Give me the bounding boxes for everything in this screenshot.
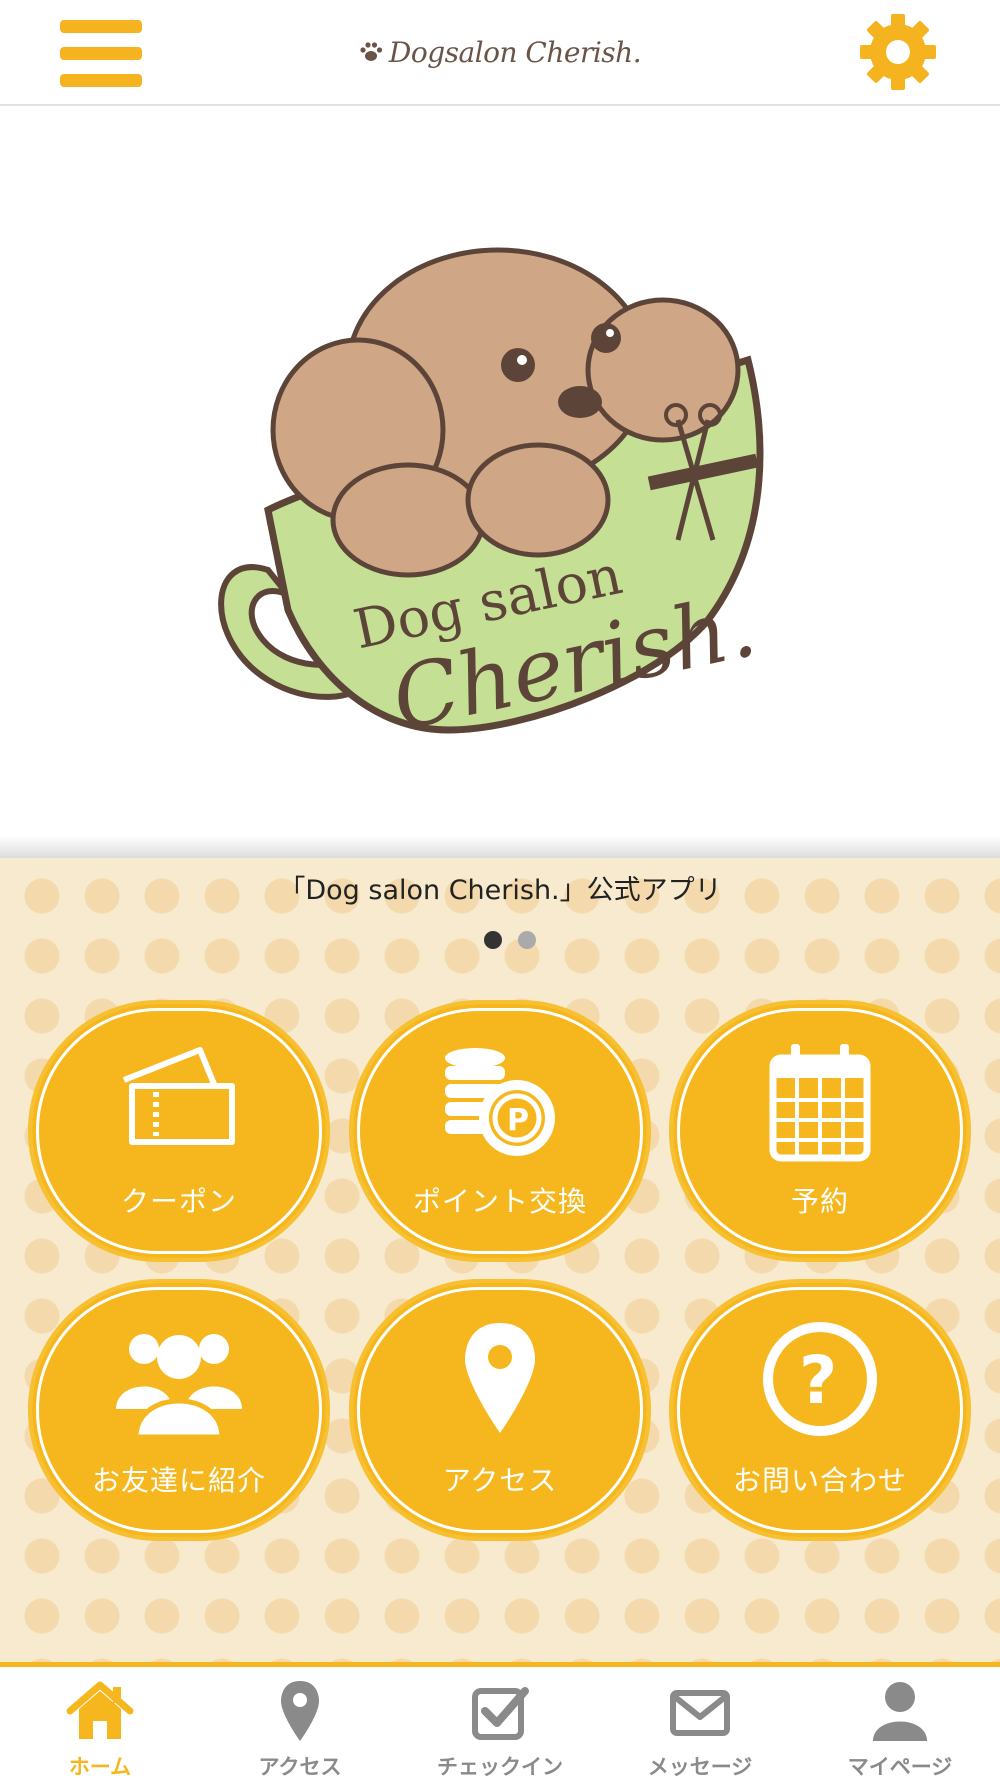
- question-circle-icon: ?: [763, 1322, 877, 1436]
- svg-text:?: ?: [799, 1342, 837, 1419]
- tab-mypage[interactable]: マイページ: [800, 1667, 1000, 1778]
- hero-shadow: [0, 836, 1000, 858]
- ticket-icon: [122, 1047, 235, 1145]
- contact-label: お問い合わせ: [732, 1464, 907, 1497]
- tab-message-label: メッセージ: [647, 1755, 753, 1778]
- refer-friend-label: お友達に紹介: [91, 1464, 266, 1497]
- carousel-dot-2[interactable]: [518, 931, 536, 949]
- access-label: アクセス: [442, 1464, 558, 1497]
- hamburger-menu-icon[interactable]: [60, 18, 142, 90]
- gear-icon[interactable]: [856, 10, 940, 94]
- app-screen: Dogsalon Cherish. Dog salon Cherish. 「Do…: [0, 0, 1000, 1778]
- tab-access-label: アクセス: [258, 1755, 342, 1778]
- checkin-checkbox-icon: [472, 1687, 529, 1740]
- access-button[interactable]: アクセス: [349, 1279, 651, 1541]
- home-icon: [66, 1681, 134, 1739]
- coupon-label: クーポン: [120, 1185, 237, 1218]
- point-exchange-button[interactable]: P ポイント交換: [349, 1000, 651, 1262]
- carousel-dot-1[interactable]: [484, 931, 502, 949]
- app-title-text: Dogsalon Cherish.: [388, 35, 642, 69]
- contact-button[interactable]: ? お問い合わせ: [669, 1279, 971, 1541]
- tab-message[interactable]: メッセージ: [600, 1667, 800, 1778]
- calendar-icon: [769, 1044, 871, 1162]
- tab-mypage-label: マイページ: [847, 1755, 953, 1778]
- bottom-tab-bar: ホーム アクセス チェックイン メッセージ マイページ: [0, 1662, 1000, 1778]
- dog-salon-logo: Dog salon Cherish.: [218, 247, 764, 750]
- refer-friend-button[interactable]: お友達に紹介: [28, 1279, 330, 1541]
- user-icon: [873, 1682, 927, 1741]
- reservation-label: 予約: [790, 1185, 849, 1218]
- users-group-icon: [116, 1334, 242, 1440]
- point-coins-icon: P: [445, 1048, 555, 1156]
- tab-checkin[interactable]: チェックイン: [400, 1667, 600, 1778]
- map-pin-icon: [281, 1681, 319, 1741]
- app-title: Dogsalon Cherish.: [300, 32, 700, 72]
- tab-checkin-label: チェックイン: [437, 1755, 563, 1778]
- tab-access[interactable]: アクセス: [200, 1667, 400, 1778]
- svg-text:P: P: [507, 1103, 529, 1138]
- coupon-button[interactable]: クーポン: [28, 1000, 330, 1262]
- slide-caption: 「Dog salon Cherish.」公式アプリ: [278, 875, 722, 906]
- main-content: 「Dog salon Cherish.」公式アプリ クーポン P ポイント交換 …: [0, 858, 1000, 1662]
- map-pin-icon: [465, 1323, 535, 1433]
- tab-home-label: ホーム: [68, 1755, 132, 1778]
- carousel-indicator: [484, 931, 544, 951]
- envelope-icon: [670, 1690, 730, 1736]
- paw-icon: [360, 42, 382, 61]
- reservation-button[interactable]: 予約: [669, 1000, 971, 1262]
- header-bar: Dogsalon Cherish.: [0, 0, 1000, 106]
- tab-home[interactable]: ホーム: [0, 1667, 200, 1778]
- point-exchange-label: ポイント交換: [412, 1185, 587, 1218]
